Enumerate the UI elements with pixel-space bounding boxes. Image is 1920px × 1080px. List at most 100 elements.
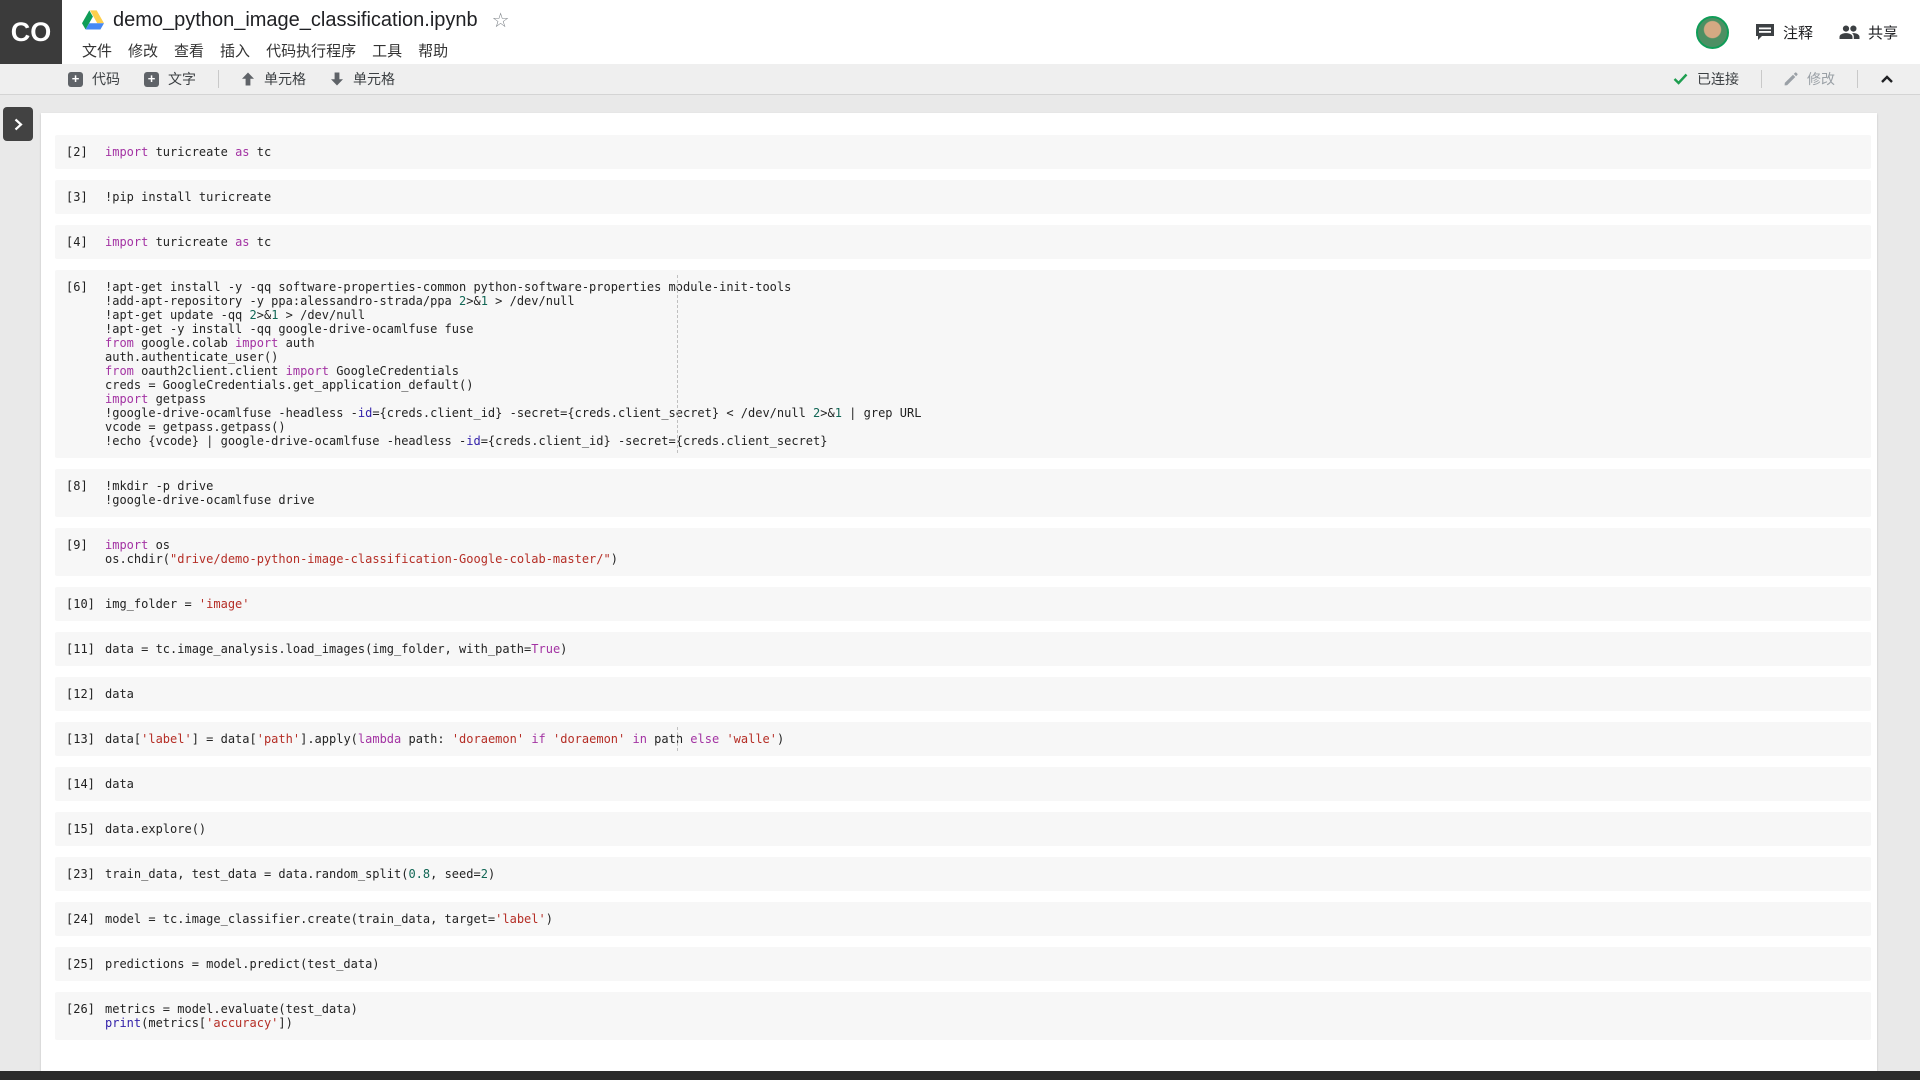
editing-mode-button[interactable]: 修改: [1772, 69, 1847, 89]
code-token: import: [105, 538, 148, 552]
menu-item[interactable]: 修改: [120, 40, 166, 61]
code-area[interactable]: predictions = model.predict(test_data): [105, 947, 1871, 981]
code-token: predictions = model.predict(test_data): [105, 957, 380, 971]
code-token: auth: [278, 336, 314, 350]
code-area[interactable]: data: [105, 677, 1871, 711]
execution-count[interactable]: [25]: [55, 947, 105, 981]
code-cell[interactable]: [6]!apt-get install -y -qq software-prop…: [55, 270, 1871, 458]
menu-item[interactable]: 工具: [364, 40, 410, 61]
code-token: lambda: [358, 732, 401, 746]
colab-logo[interactable]: CO: [0, 0, 62, 64]
add-text-cell-button[interactable]: 文字: [132, 69, 208, 89]
execution-count[interactable]: [2]: [55, 135, 105, 169]
code-cell[interactable]: [14]data: [55, 767, 1871, 801]
execution-count[interactable]: [3]: [55, 180, 105, 214]
execution-count[interactable]: [10]: [55, 587, 105, 621]
code-line: !apt-get update -qq 2>&1 > /dev/null: [105, 308, 1871, 322]
star-icon[interactable]: [492, 8, 510, 33]
share-button[interactable]: 共享: [1839, 22, 1898, 43]
code-token: 'doraemon': [452, 732, 524, 746]
execution-count[interactable]: [13]: [55, 722, 105, 756]
code-area[interactable]: import turicreate as tc: [105, 225, 1871, 259]
menu-item[interactable]: 帮助: [410, 40, 456, 61]
menu-item[interactable]: 代码执行程序: [258, 40, 364, 61]
execution-count[interactable]: [14]: [55, 767, 105, 801]
code-token: from: [105, 336, 134, 350]
code-cell[interactable]: [4]import turicreate as tc: [55, 225, 1871, 259]
code-area[interactable]: !pip install turicreate: [105, 180, 1871, 214]
execution-count[interactable]: [23]: [55, 857, 105, 891]
code-area[interactable]: metrics = model.evaluate(test_data)print…: [105, 992, 1871, 1040]
code-area[interactable]: import osos.chdir("drive/demo-python-ima…: [105, 528, 1871, 576]
header-right: 注释 共享: [1696, 0, 1898, 64]
header-main: demo_python_image_classification.ipynb 文…: [62, 0, 510, 64]
code-area[interactable]: data = tc.image_analysis.load_images(img…: [105, 632, 1871, 666]
sidebar-toggle-button[interactable]: [3, 107, 33, 141]
menu-item[interactable]: 插入: [212, 40, 258, 61]
code-cell[interactable]: [9]import osos.chdir("drive/demo-python-…: [55, 528, 1871, 576]
code-token: oauth2client.client: [134, 364, 286, 378]
code-token: import: [105, 392, 148, 406]
execution-count[interactable]: [8]: [55, 469, 105, 517]
code-cell[interactable]: [2]import turicreate as tc: [55, 135, 1871, 169]
code-area[interactable]: data['label'] = data['path'].apply(lambd…: [105, 722, 1871, 756]
code-token: data.explore(): [105, 822, 206, 836]
code-cell[interactable]: [8]!mkdir -p drive!google-drive-ocamlfus…: [55, 469, 1871, 517]
user-avatar[interactable]: [1696, 16, 1729, 49]
code-cell[interactable]: [11]data = tc.image_analysis.load_images…: [55, 632, 1871, 666]
collapse-toolbar-button[interactable]: [1868, 74, 1906, 84]
code-token: from: [105, 364, 134, 378]
code-cell[interactable]: [3]!pip install turicreate: [55, 180, 1871, 214]
execution-count[interactable]: [9]: [55, 528, 105, 576]
code-area[interactable]: import turicreate as tc: [105, 135, 1871, 169]
move-cell-down-button[interactable]: 单元格: [318, 69, 407, 89]
execution-count[interactable]: [24]: [55, 902, 105, 936]
add-text-label: 文字: [168, 69, 196, 89]
code-cell[interactable]: [25]predictions = model.predict(test_dat…: [55, 947, 1871, 981]
code-token: "drive/demo-python-image-classification-…: [170, 552, 611, 566]
execution-count[interactable]: [6]: [55, 270, 105, 458]
column-ruler: [677, 275, 678, 453]
comment-button[interactable]: 注释: [1755, 22, 1813, 43]
code-line: data.explore(): [105, 822, 1871, 836]
execution-count[interactable]: [11]: [55, 632, 105, 666]
code-area[interactable]: data: [105, 767, 1871, 801]
document-title[interactable]: demo_python_image_classification.ipynb: [113, 9, 478, 32]
code-token: !apt-get install -y -qq software-propert…: [105, 280, 791, 294]
code-line: !echo {vcode} | google-drive-ocamlfuse -…: [105, 434, 1871, 448]
code-area[interactable]: train_data, test_data = data.random_spli…: [105, 857, 1871, 891]
code-cell[interactable]: [23]train_data, test_data = data.random_…: [55, 857, 1871, 891]
code-cell[interactable]: [15]data.explore(): [55, 812, 1871, 846]
connection-status[interactable]: 已连接: [1661, 69, 1751, 89]
code-line: creds = GoogleCredentials.get_applicatio…: [105, 378, 1871, 392]
code-line: !add-apt-repository -y ppa:alessandro-st…: [105, 294, 1871, 308]
code-token: os: [148, 538, 170, 552]
code-area[interactable]: !apt-get install -y -qq software-propert…: [105, 270, 1871, 458]
code-cell[interactable]: [12]data: [55, 677, 1871, 711]
code-area[interactable]: !mkdir -p drive!google-drive-ocamlfuse d…: [105, 469, 1871, 517]
toolbar-divider: [1857, 70, 1858, 88]
code-area[interactable]: img_folder = 'image': [105, 587, 1871, 621]
code-line: import turicreate as tc: [105, 145, 1871, 159]
execution-count[interactable]: [26]: [55, 992, 105, 1040]
add-code-cell-button[interactable]: 代码: [56, 69, 132, 89]
code-line: !apt-get install -y -qq software-propert…: [105, 280, 1871, 294]
code-cell[interactable]: [24]model = tc.image_classifier.create(t…: [55, 902, 1871, 936]
code-area[interactable]: data.explore(): [105, 812, 1871, 846]
notebook-panel: [2]import turicreate as tc[3]!pip instal…: [41, 113, 1877, 1071]
code-line: train_data, test_data = data.random_spli…: [105, 867, 1871, 881]
code-cell[interactable]: [26]metrics = model.evaluate(test_data)p…: [55, 992, 1871, 1040]
menu-item[interactable]: 文件: [74, 40, 120, 61]
execution-count[interactable]: [15]: [55, 812, 105, 846]
code-token: 1: [481, 294, 488, 308]
menu-item[interactable]: 查看: [166, 40, 212, 61]
code-area[interactable]: model = tc.image_classifier.create(train…: [105, 902, 1871, 936]
code-token: data: [105, 777, 134, 791]
code-line: data = tc.image_analysis.load_images(img…: [105, 642, 1871, 656]
comment-icon: [1755, 23, 1775, 41]
code-cell[interactable]: [13]data['label'] = data['path'].apply(l…: [55, 722, 1871, 756]
move-cell-up-button[interactable]: 单元格: [229, 69, 318, 89]
code-cell[interactable]: [10]img_folder = 'image': [55, 587, 1871, 621]
execution-count[interactable]: [4]: [55, 225, 105, 259]
execution-count[interactable]: [12]: [55, 677, 105, 711]
